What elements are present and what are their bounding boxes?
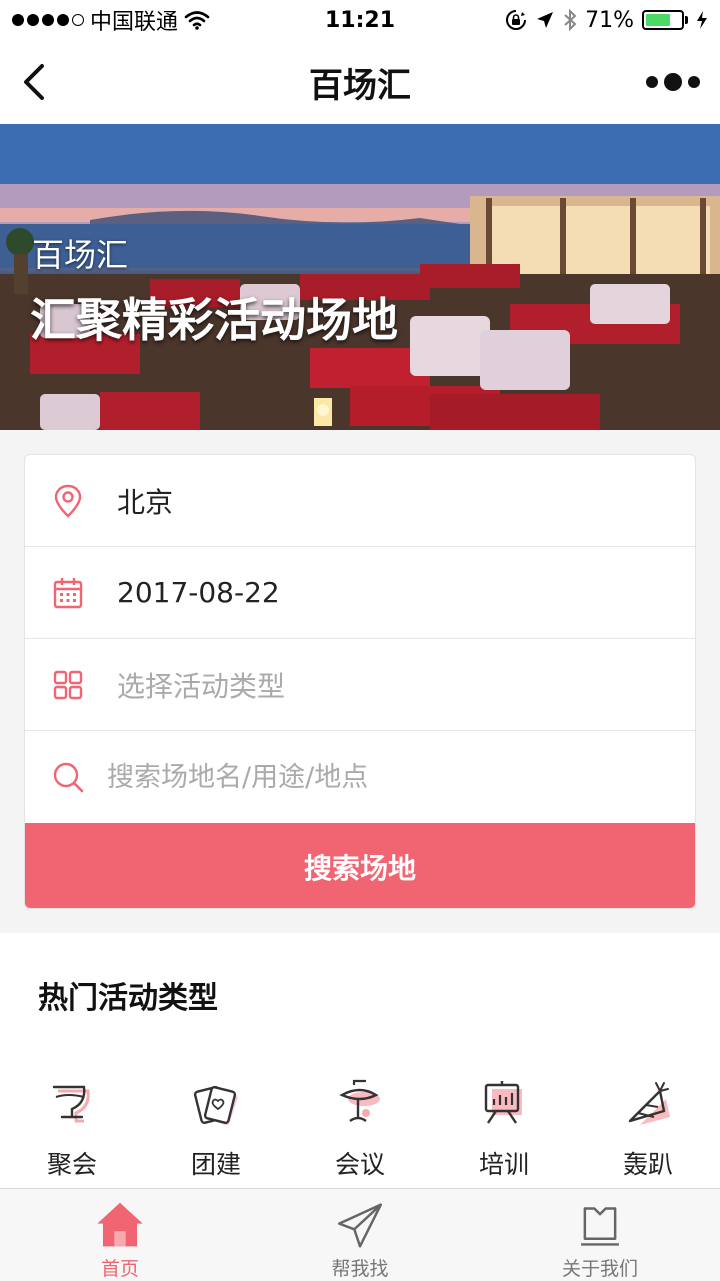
tab-help-me-find[interactable]: 帮我找: [240, 1189, 480, 1281]
search-card: 北京 2017-08-22 选择活动类型 搜索场地名/用途/地点 搜索场地: [24, 454, 696, 909]
status-bar: 中国联通 11:21 71%: [0, 0, 720, 40]
location-arrow-icon: [537, 12, 554, 28]
meeting-lamp-icon: [339, 1079, 380, 1122]
playing-cards-icon: [193, 1086, 238, 1126]
city-selector[interactable]: 北京: [25, 455, 695, 547]
battery-fill: [646, 14, 671, 26]
category-label: 团建: [190, 1150, 241, 1179]
tab-label: 首页: [100, 1258, 139, 1280]
category-team-building[interactable]: 团建: [166, 1077, 266, 1187]
tab-home[interactable]: 首页: [0, 1189, 240, 1281]
category-label: 聚会: [46, 1150, 97, 1179]
keyword-row: [25, 731, 695, 823]
category-meeting[interactable]: 会议: [310, 1077, 410, 1187]
about-icon: [581, 1207, 619, 1246]
more-dot-icon: [664, 73, 682, 91]
more-dot-icon: [646, 76, 658, 88]
home-icon: [97, 1202, 143, 1247]
search-venue-button[interactable]: 搜索场地: [25, 823, 695, 908]
more-dot-icon: [688, 76, 700, 88]
wifi-icon: [184, 11, 210, 30]
presentation-board-icon: [484, 1081, 522, 1124]
date-selector[interactable]: 2017-08-22: [25, 547, 695, 639]
category-label: 轰趴: [622, 1150, 673, 1179]
nav-bar: 百场汇: [0, 40, 720, 124]
hot-activity-section: 热门活动类型 聚会 团建 会议 培训 轰趴: [0, 933, 720, 1189]
wine-glass-icon: [52, 1085, 90, 1123]
date-value: 2017-08-22: [117, 576, 280, 609]
hero-subtitle: 百场汇: [32, 236, 129, 274]
back-button[interactable]: [14, 58, 54, 106]
category-label: 培训: [478, 1150, 529, 1179]
hero-title: 汇聚精彩活动场地: [30, 293, 398, 347]
calendar-icon: [51, 576, 85, 610]
category-label: 会议: [334, 1150, 385, 1179]
page-title: 百场汇: [309, 65, 411, 106]
city-value: 北京: [117, 485, 174, 519]
hero-image: [0, 124, 720, 430]
battery-icon: [642, 10, 688, 30]
tab-label: 关于我们: [561, 1258, 638, 1280]
search-input[interactable]: [107, 755, 667, 799]
section-title: 热门活动类型: [38, 981, 218, 1016]
charging-icon: [697, 11, 707, 29]
category-grid-icon: [51, 668, 85, 702]
status-left: 中国联通: [12, 4, 210, 36]
location-pin-icon: [51, 484, 85, 518]
status-right: 71%: [505, 8, 708, 33]
bluetooth-icon: [564, 8, 577, 32]
category-home-party[interactable]: 轰趴: [598, 1077, 698, 1187]
rotation-lock-icon: [506, 10, 527, 30]
category-training[interactable]: 培训: [454, 1077, 554, 1187]
party-hat-icon: [628, 1082, 670, 1125]
tab-about-us[interactable]: 关于我们: [480, 1189, 720, 1281]
signal-icon: [12, 14, 84, 26]
tab-label: 帮我找: [331, 1258, 389, 1280]
more-menu-button[interactable]: [646, 68, 700, 96]
chevron-left-icon: [24, 64, 44, 100]
battery-percent: 71%: [585, 7, 634, 33]
category-party[interactable]: 聚会: [22, 1077, 122, 1187]
hero-banner[interactable]: 百场汇 汇聚精彩活动场地: [0, 124, 720, 430]
tab-bar: 首页 帮我找 关于我们: [0, 1188, 720, 1281]
search-icon: [51, 760, 85, 794]
activity-type-placeholder: 选择活动类型: [117, 669, 286, 703]
paper-plane-icon: [337, 1203, 383, 1248]
activity-type-selector[interactable]: 选择活动类型: [25, 639, 695, 731]
carrier-label: 中国联通: [90, 10, 179, 35]
